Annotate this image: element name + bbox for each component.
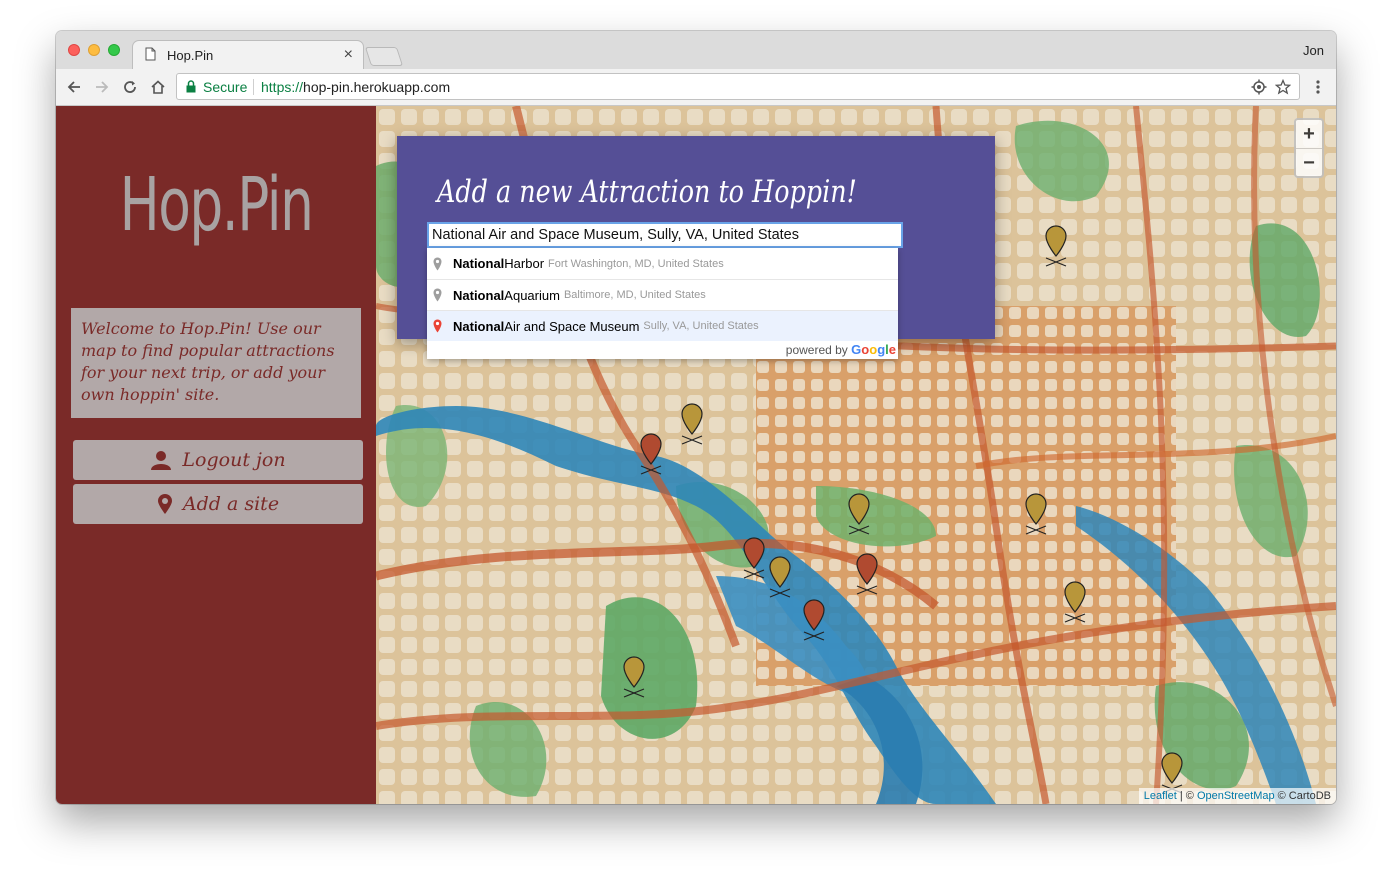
autocomplete-secondary-text: Sully, VA, United States [643,320,759,332]
back-icon[interactable] [64,77,84,97]
leaflet-link[interactable]: Leaflet [1144,790,1177,802]
add-site-button[interactable]: Add a site [73,484,363,524]
google-logo: Google [851,342,896,357]
map-pin-icon [433,257,442,270]
map-marker[interactable] [768,555,792,604]
attraction-search-input[interactable] [427,222,903,248]
autocomplete-dropdown: National Harbor Fort Washington, MD, Unit… [427,248,898,359]
cartodb-credit: © CartoDB [1274,790,1331,802]
forward-icon[interactable] [92,77,112,97]
openstreetmap-link[interactable]: OpenStreetMap [1197,790,1275,802]
map-marker[interactable] [847,492,871,541]
autocomplete-matched-text: National [453,318,505,334]
autocomplete-matched-text: National [453,287,505,303]
map-marker[interactable] [622,655,646,704]
browser-tab[interactable]: Hop.Pin × [132,40,364,69]
autocomplete-rest-text: Air and Space Museum [504,318,640,334]
sidebar: Hop.Pin Welcome to Hop.Pin! Use our map … [56,106,376,804]
autocomplete-matched-text: National [453,256,505,271]
zoom-out-button[interactable]: − [1296,149,1322,177]
map-marker[interactable] [1024,492,1048,541]
browser-toolbar: Secure https://hop-pin.herokuapp.com [56,69,1336,106]
tab-strip: Hop.Pin × Jon [56,31,1336,69]
lock-icon [186,80,196,93]
powered-by-label: powered by [785,343,848,357]
logout-label: Logout jon [182,449,286,471]
panel-title: Add a new Attraction to Hoppin! [437,174,857,210]
tab-close-icon[interactable]: × [344,46,353,64]
map-pin-red-icon [433,319,442,333]
secure-label: Secure [203,79,248,95]
menu-icon[interactable] [1308,77,1328,97]
browser-window: Hop.Pin × Jon Secure https://hop-pin.her… [56,31,1336,804]
reload-icon[interactable] [120,77,140,97]
address-bar[interactable]: Secure https://hop-pin.herokuapp.com [176,73,1300,100]
url-text[interactable]: https://hop-pin.herokuapp.com [261,79,450,95]
powered-by-google: powered by Google [786,342,896,357]
autocomplete-rest-text: Aquarium [504,287,560,303]
zoom-in-button[interactable]: + [1296,120,1322,149]
attribution-separator: | © [1176,790,1197,802]
add-site-label: Add a site [182,493,280,515]
maximize-window-button[interactable] [108,44,120,56]
map-pin-icon [157,494,172,514]
autocomplete-secondary-text: Fort Washington, MD, United States [548,257,724,270]
map-marker[interactable] [802,598,826,647]
location-icon[interactable] [1251,79,1267,95]
map-pin-icon [433,288,442,302]
logout-button[interactable]: Logout jon [73,440,363,480]
profile-name[interactable]: Jon [1303,43,1324,58]
address-separator [253,79,254,95]
new-tab-button[interactable] [364,47,404,66]
autocomplete-item[interactable]: National Harbor Fort Washington, MD, Unit… [427,248,898,279]
page-content: Hop.Pin Welcome to Hop.Pin! Use our map … [56,106,1336,804]
zoom-control: + − [1294,118,1324,178]
url-scheme: https:// [261,79,304,95]
minimize-window-button[interactable] [88,44,100,56]
map-marker[interactable] [742,536,766,585]
map-marker[interactable] [1044,224,1068,273]
bookmark-star-icon[interactable] [1275,79,1291,95]
map-attribution: Leaflet | © OpenStreetMap © CartoDB [1138,788,1336,804]
close-window-button[interactable] [68,44,80,56]
map-marker[interactable] [680,402,704,451]
user-icon [151,451,172,470]
autocomplete-secondary-text: Baltimore, MD, United States [563,289,706,301]
map-marker[interactable] [1063,580,1087,629]
tab-title: Hop.Pin [167,48,214,63]
autocomplete-item-selected[interactable]: National Air and Space Museum Sully, VA, … [427,310,898,341]
welcome-message: Welcome to Hop.Pin! Use our map to find … [71,308,361,418]
site-logo: Hop.Pin [119,162,314,248]
home-icon[interactable] [148,77,168,97]
page-icon [145,47,156,61]
url-host: hop-pin.herokuapp.com [303,79,451,95]
autocomplete-rest-text: Harbor [504,256,545,271]
autocomplete-item[interactable]: National Aquarium Baltimore, MD, United S… [427,279,898,310]
map-marker[interactable] [639,432,663,481]
map-marker[interactable] [855,552,879,601]
